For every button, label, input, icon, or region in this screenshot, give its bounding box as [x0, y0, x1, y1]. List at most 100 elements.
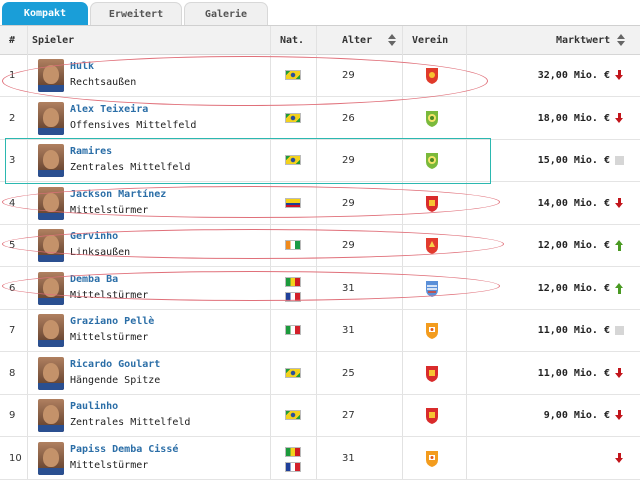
club-crest-icon[interactable]: [424, 450, 440, 468]
player-position: Rechtsaußen: [70, 77, 137, 88]
market-value[interactable]: 12,00 Mio. €: [538, 283, 610, 294]
player-position: Mittelstürmer: [70, 459, 149, 471]
market-value[interactable]: 11,00 Mio. €: [538, 368, 610, 379]
sort-value-icon[interactable]: [617, 34, 625, 46]
table-row: 9 Paulinho Zentrales Mittelfeld 27 9,00 …: [0, 395, 640, 437]
age-cell: 25: [342, 367, 355, 379]
market-value[interactable]: 12,00 Mio. €: [538, 240, 610, 251]
trend-same-icon: [614, 155, 626, 167]
player-photo[interactable]: [38, 399, 64, 432]
player-photo[interactable]: [38, 144, 64, 177]
player-photo[interactable]: [38, 314, 64, 347]
header-rank: #: [9, 35, 16, 46]
club-crest-icon[interactable]: [424, 365, 440, 383]
age-cell: 27: [342, 410, 355, 421]
player-name-link[interactable]: Demba Ba: [70, 274, 118, 285]
table-row: 5 Gervinho Linksaußen 29 12,00 Mio. €: [0, 225, 640, 267]
player-photo[interactable]: [38, 441, 64, 475]
flag-colombia-icon: [285, 197, 301, 208]
rank-cell: 3: [9, 155, 16, 166]
market-value[interactable]: 11,00 Mio. €: [538, 325, 610, 336]
market-value[interactable]: 15,00 Mio. €: [538, 155, 610, 166]
player-photo[interactable]: [38, 59, 64, 92]
trend-up-icon: [614, 240, 626, 252]
header-club: Verein: [412, 35, 449, 46]
age-cell: 31: [342, 325, 355, 336]
table-row: 1 Hulk Rechtsaußen 29 32,00 Mio. €: [0, 55, 640, 97]
trend-down-icon: [614, 410, 626, 422]
player-position: Hängende Spitze: [70, 374, 161, 386]
player-position: Zentrales Mittelfeld: [70, 162, 191, 173]
market-value[interactable]: 9,00 Mio. €: [544, 410, 610, 421]
club-crest-icon[interactable]: [424, 322, 440, 340]
player-name-link[interactable]: Graziano Pellè: [70, 316, 154, 327]
flag-brazil-icon: [285, 410, 301, 420]
club-crest-icon[interactable]: [424, 195, 440, 213]
trend-down-icon: [614, 197, 626, 210]
market-value[interactable]: 32,00 Mio. €: [538, 70, 610, 81]
player-name-link[interactable]: Ramires: [70, 146, 112, 157]
club-crest-icon[interactable]: [424, 280, 440, 298]
player-photo[interactable]: [38, 271, 64, 305]
table-row: 8 Ricardo Goulart Hängende Spitze 25 11,…: [0, 353, 640, 395]
rank-cell: 9: [9, 410, 16, 421]
player-name-link[interactable]: Paulinho: [70, 401, 118, 412]
header-player[interactable]: Spieler: [32, 35, 74, 46]
tab-galerie[interactable]: Galerie: [184, 2, 268, 26]
header-nat: Nat.: [280, 35, 305, 46]
flag-ivory-coast-icon: [285, 240, 301, 250]
flag-italy-icon: [285, 325, 301, 335]
player-position: Linksaußen: [70, 247, 131, 258]
rank-cell: 10: [9, 452, 22, 464]
club-crest-icon[interactable]: [424, 237, 440, 255]
flag-brazil-icon: [285, 367, 301, 378]
table-row: 3 Ramires Zentrales Mittelfeld 29 15,00 …: [0, 140, 640, 182]
club-crest-icon[interactable]: [424, 67, 440, 85]
header-age[interactable]: Alter: [342, 35, 372, 46]
header-value[interactable]: Marktwert: [556, 35, 610, 46]
player-name-link[interactable]: Papiss Demba Cissé: [70, 444, 178, 455]
table-header: # Spieler Nat. Alter Verein Marktwert: [0, 26, 640, 55]
table-row: 6 Demba Ba Mittelstürmer 31 12,00 Mio. €: [0, 268, 640, 310]
player-position: Mittelstürmer: [70, 204, 149, 216]
player-position: Zentrales Mittelfeld: [70, 417, 191, 428]
sort-age-icon[interactable]: [388, 34, 396, 46]
player-name-link[interactable]: Alex Teixeira: [70, 104, 148, 115]
market-value[interactable]: 18,00 Mio. €: [538, 113, 610, 124]
player-position: Mittelstürmer: [70, 289, 149, 301]
table-row: 4 Jackson Martínez Mittelstürmer 29 14,0…: [0, 183, 640, 225]
player-name-link[interactable]: Gervinho: [70, 231, 118, 242]
player-photo[interactable]: [38, 186, 64, 220]
age-cell: 29: [342, 240, 355, 251]
tab-kompakt[interactable]: Kompakt: [2, 2, 88, 26]
player-photo[interactable]: [38, 229, 64, 262]
player-photo[interactable]: [38, 356, 64, 390]
player-position: Mittelstürmer: [70, 332, 149, 343]
tab-bar: Kompakt Erweitert Galerie: [0, 0, 640, 26]
trend-down-icon: [614, 452, 626, 465]
flag-senegal-icon: [285, 446, 301, 457]
flag-brazil-icon: [285, 112, 301, 123]
age-cell: 29: [342, 197, 355, 209]
flag-brazil-icon: [285, 70, 301, 80]
market-value[interactable]: 14,00 Mio. €: [538, 198, 610, 209]
rank-cell: 5: [9, 240, 16, 251]
club-crest-icon[interactable]: [424, 407, 440, 425]
player-name-link[interactable]: Hulk: [70, 61, 94, 72]
rank-cell: 7: [9, 325, 16, 336]
age-cell: 31: [342, 452, 355, 464]
rank-cell: 6: [9, 282, 16, 294]
tab-erweitert[interactable]: Erweitert: [90, 2, 182, 26]
player-name-link[interactable]: Ricardo Goulart: [70, 359, 160, 370]
player-photo[interactable]: [38, 101, 64, 135]
trend-down-icon: [614, 367, 626, 380]
club-crest-icon[interactable]: [424, 110, 440, 128]
player-name-link[interactable]: Jackson Martínez: [70, 189, 166, 200]
trend-down-icon: [614, 70, 626, 82]
flag-france-icon: [285, 461, 301, 472]
table-row: 7 Graziano Pellè Mittelstürmer 31 11,00 …: [0, 310, 640, 352]
table-row: 2 Alex Teixeira Offensives Mittelfeld 26…: [0, 98, 640, 140]
rank-cell: 2: [9, 112, 16, 124]
flag-brazil-icon: [285, 155, 301, 165]
club-crest-icon[interactable]: [424, 152, 440, 170]
